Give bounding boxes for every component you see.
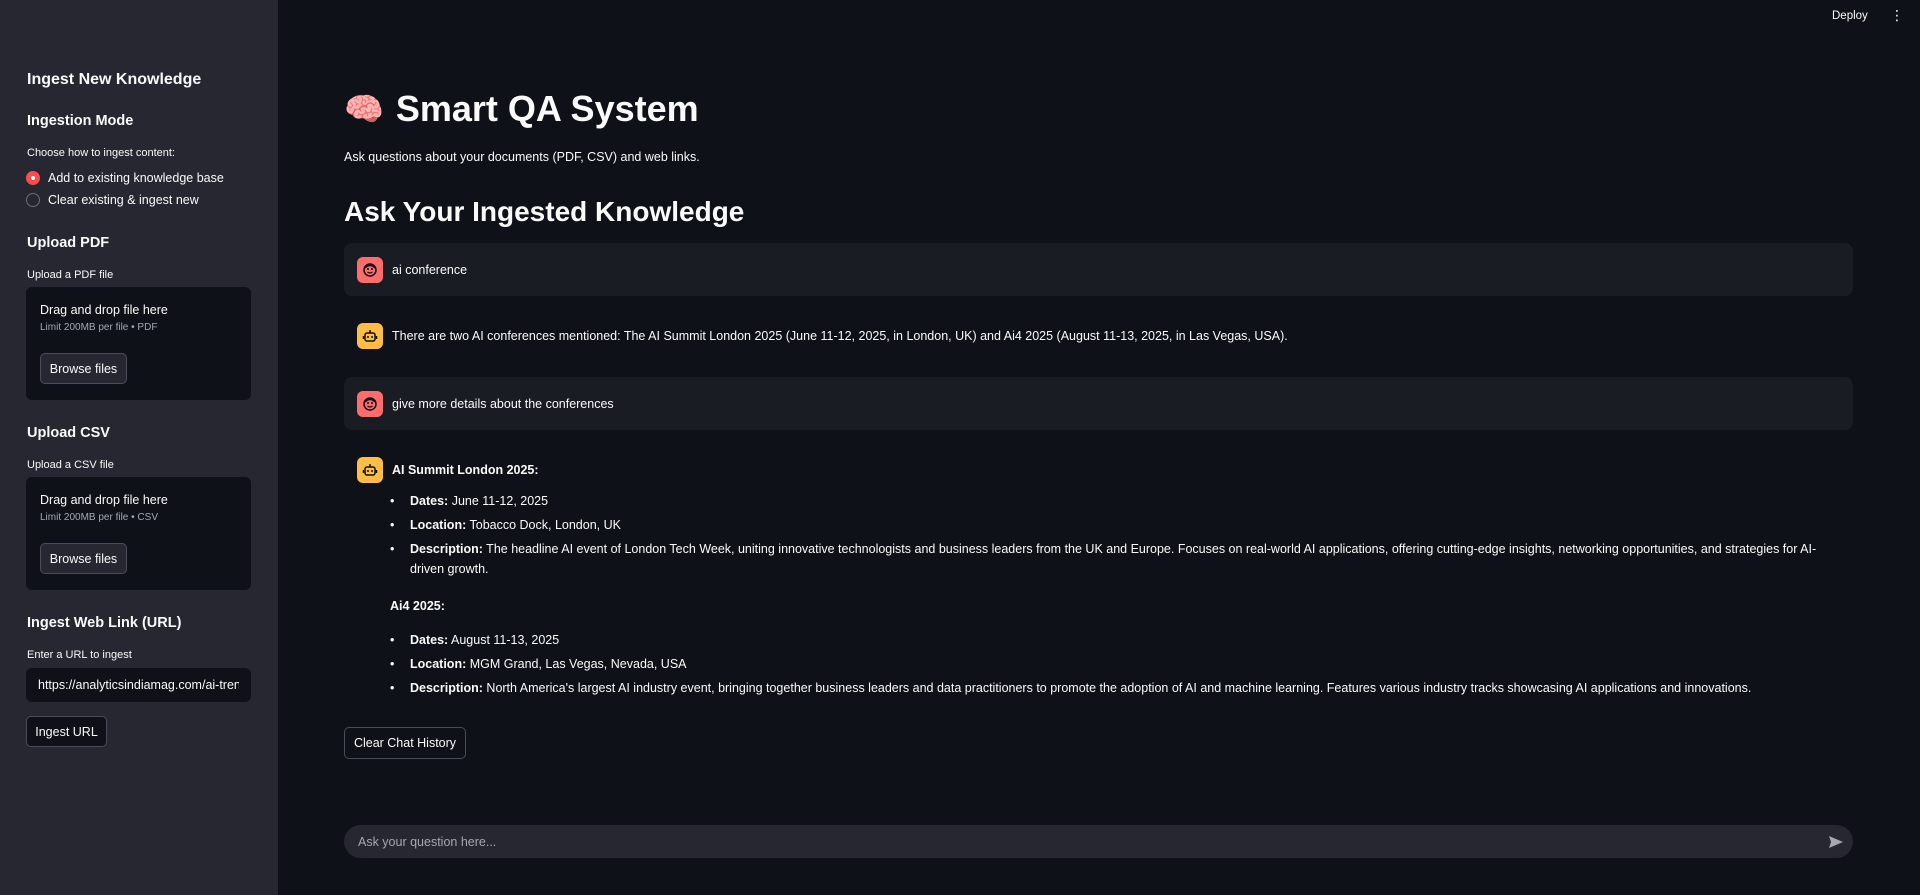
chat-message-assistant: There are two AI conferences mentioned: … [357, 323, 1288, 349]
radio-unselected-icon [26, 193, 40, 207]
chat-message-assistant: AI Summit London 2025: [357, 457, 539, 483]
brain-icon: 🧠 [344, 91, 384, 127]
ingestion-mode-title: Ingestion Mode [27, 113, 134, 129]
message-text: give more details about the conferences [392, 396, 614, 411]
message-text: ai conference [392, 262, 468, 277]
conference-2-heading: Ai4 2025: [390, 599, 445, 613]
section-title: Ask Your Ingested Knowledge [344, 196, 745, 227]
list-item: Dates: August 11-13, 2025 [390, 630, 1850, 650]
ingestion-mode-label: Choose how to ingest content: [27, 147, 175, 159]
user-avatar-icon [357, 390, 383, 417]
location-label: Location: [410, 657, 467, 671]
list-item: Dates: June 11-12, 2025 [390, 491, 1850, 511]
conference-1-heading: AI Summit London 2025: [392, 463, 539, 477]
dates-label: Dates: [410, 633, 449, 647]
ingest-url-title: Ingest Web Link (URL) [27, 615, 182, 631]
list-item: Description: The headline AI event of Lo… [390, 539, 1850, 579]
url-input[interactable] [26, 668, 251, 702]
description-value: The headline AI event of London Tech Wee… [410, 542, 1817, 576]
description-value: North America's largest AI industry even… [482, 681, 1752, 695]
dates-value: August 11-13, 2025 [448, 633, 560, 647]
dates-label: Dates: [410, 494, 449, 508]
location-value: Tobacco Dock, London, UK [466, 518, 621, 532]
csv-limit-text: Limit 200MB per file • CSV [40, 512, 158, 523]
pdf-browse-button[interactable]: Browse files [40, 353, 127, 384]
pdf-drop-text: Drag and drop file here [40, 303, 168, 317]
csv-browse-button[interactable]: Browse files [40, 543, 127, 574]
radio-add-existing-label: Add to existing knowledge base [48, 171, 224, 185]
sidebar-header: Ingest New Knowledge [27, 71, 202, 88]
deploy-button[interactable]: Deploy [1832, 10, 1868, 22]
description-label: Description: [410, 681, 483, 695]
chat-message-user: ai conference [344, 243, 1853, 296]
description-label: Description: [410, 542, 483, 556]
bot-avatar-icon [357, 457, 383, 483]
list-item: Location: MGM Grand, Las Vegas, Nevada, … [390, 654, 1850, 674]
ingest-url-label: Enter a URL to ingest [27, 649, 132, 661]
upload-pdf-label: Upload a PDF file [27, 269, 114, 281]
page-subtitle: Ask questions about your documents (PDF,… [344, 150, 700, 164]
conference-2-details: Dates: August 11-13, 2025 Location: MGM … [390, 630, 1850, 702]
radio-selected-icon [26, 171, 40, 185]
list-item: Description: North America's largest AI … [390, 678, 1850, 698]
pdf-dropzone[interactable]: Drag and drop file here Limit 200MB per … [26, 287, 251, 400]
radio-clear-existing[interactable]: Clear existing & ingest new [26, 189, 199, 211]
menu-icon[interactable]: ⋮ [1890, 8, 1904, 22]
page-title: 🧠 Smart QA System [344, 88, 699, 130]
upload-csv-label: Upload a CSV file [27, 459, 114, 471]
page-title-text: Smart QA System [395, 88, 699, 129]
clear-chat-history-button[interactable]: Clear Chat History [344, 727, 466, 759]
dates-value: June 11-12, 2025 [448, 494, 549, 508]
ingest-url-button[interactable]: Ingest URL [26, 716, 107, 747]
csv-drop-text: Drag and drop file here [40, 493, 168, 507]
radio-add-existing[interactable]: Add to existing knowledge base [26, 167, 224, 189]
location-value: MGM Grand, Las Vegas, Nevada, USA [466, 657, 687, 671]
bot-avatar-icon [357, 323, 383, 349]
sidebar: Ingest New Knowledge Ingestion Mode Choo… [0, 0, 278, 895]
csv-dropzone[interactable]: Drag and drop file here Limit 200MB per … [26, 477, 251, 590]
pdf-limit-text: Limit 200MB per file • PDF [40, 322, 158, 333]
upload-csv-title: Upload CSV [27, 425, 110, 441]
upload-pdf-title: Upload PDF [27, 235, 110, 251]
location-label: Location: [410, 518, 467, 532]
chat-message-user: give more details about the conferences [344, 377, 1853, 430]
send-icon[interactable] [1826, 832, 1846, 852]
user-avatar-icon [357, 256, 383, 283]
list-item: Location: Tobacco Dock, London, UK [390, 515, 1850, 535]
conference-1-details: Dates: June 11-12, 2025 Location: Tobacc… [390, 491, 1850, 583]
message-text: There are two AI conferences mentioned: … [392, 329, 1288, 343]
radio-clear-existing-label: Clear existing & ingest new [48, 193, 199, 207]
chat-input[interactable] [344, 825, 1853, 858]
